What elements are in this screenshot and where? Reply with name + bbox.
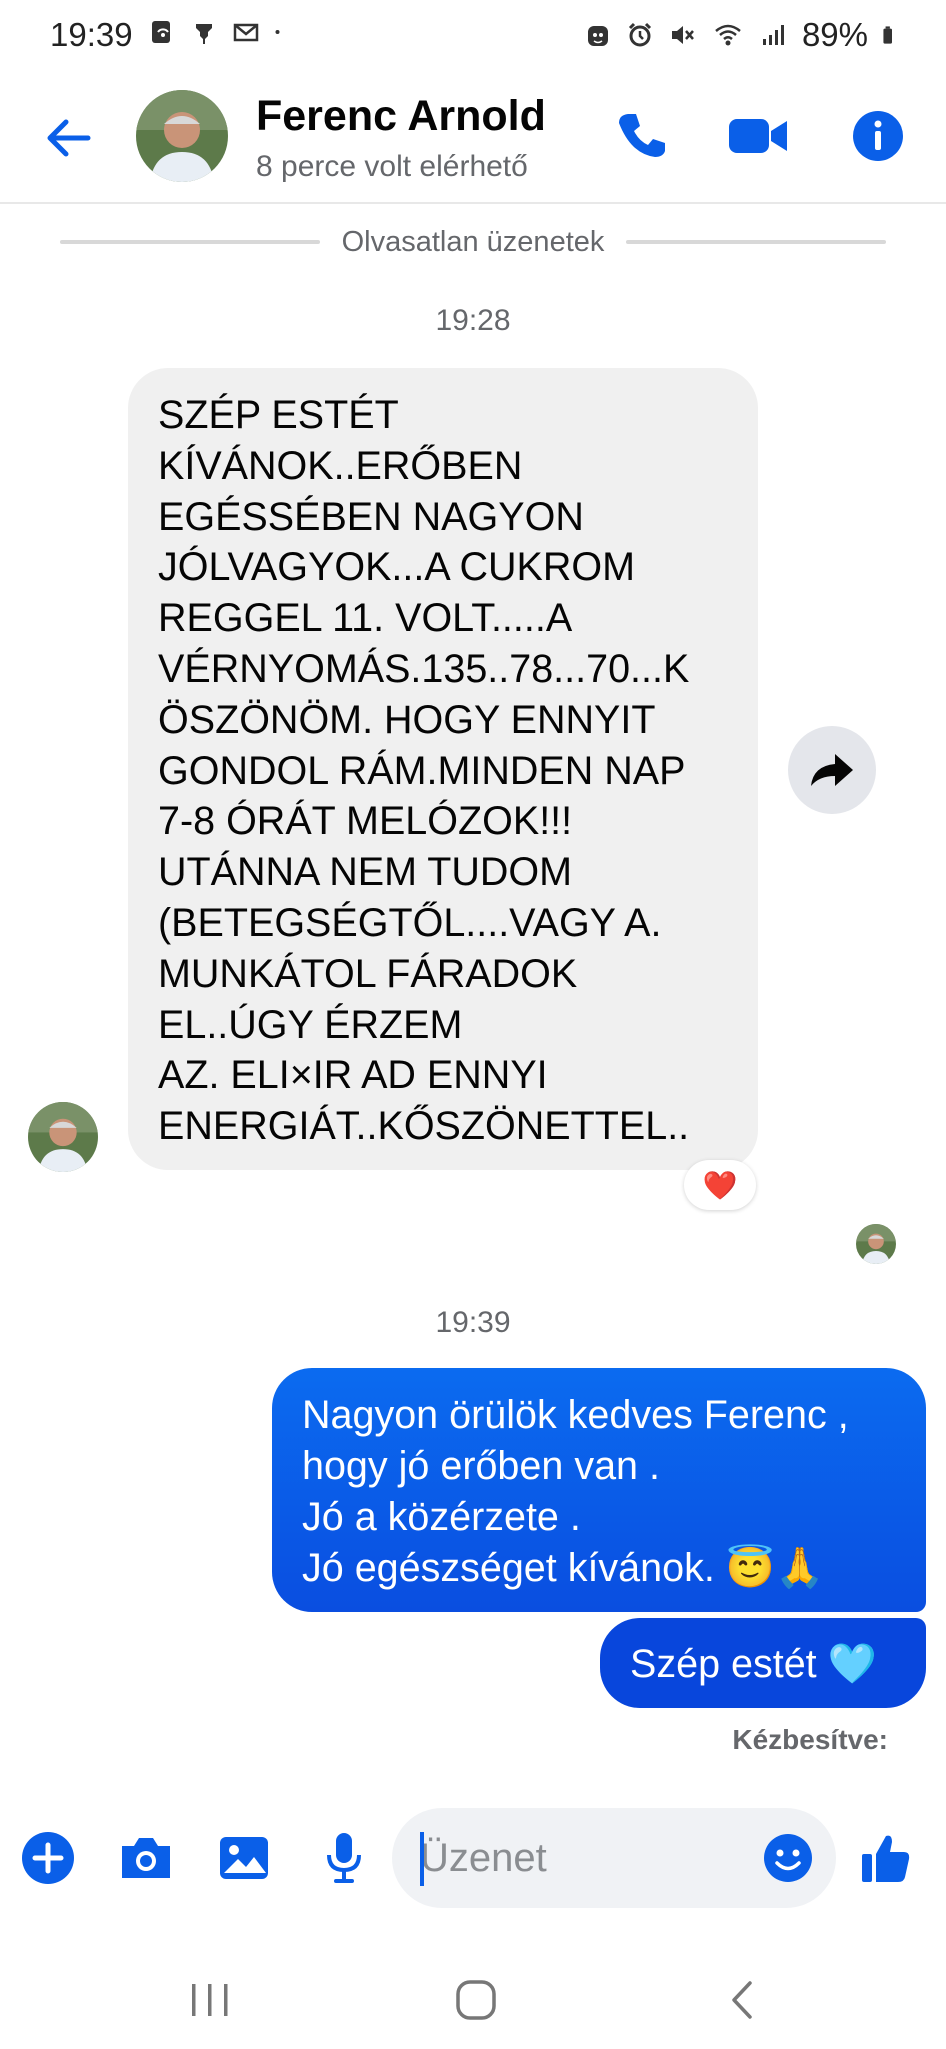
mute-icon [671,26,694,44]
status-time: 19:39 [50,16,133,53]
microphone-icon [327,1833,361,1883]
contact-last-active: 8 perce volt elérhető [256,150,528,183]
signal-icon [762,25,784,45]
arrow-left-icon [47,119,91,157]
read-receipt-avatar [856,1224,896,1264]
plus-circle-icon [22,1832,74,1884]
alarm-icon [628,22,651,47]
wifi-icon [715,24,741,46]
battery-percentage: 89% [801,16,868,53]
emoji-button[interactable] [758,1828,818,1888]
back-button[interactable] [40,110,96,166]
person-photo-icon [136,90,228,182]
person-photo-icon [856,1224,896,1264]
video-call-button[interactable] [726,104,790,168]
contact-name[interactable]: Ferenc Arnold [256,92,546,141]
dot-icon [275,30,280,34]
text-cursor [420,1832,424,1886]
received-message-bubble[interactable]: SZÉP ESTÉT KÍVÁNOK..ERŐBEN EGÉSSÉBEN NAG… [128,368,758,1170]
home-button[interactable] [446,1970,506,2030]
heart-reaction[interactable]: ❤️ [684,1160,756,1210]
sent-message-bubble[interactable]: Nagyon örülök kedves Ferenc , hogy jó er… [272,1368,926,1612]
sent-message-text: Nagyon örülök kedves Ferenc , hogy jó er… [302,1393,849,1590]
message-timestamp: 19:39 [435,1306,511,1339]
unread-label: Olvasatlan üzenetek [341,225,605,258]
smiley-icon [764,1834,812,1882]
image-icon [220,1837,268,1879]
gmail-icon [233,23,259,42]
delivery-status: Kézbesítve: [732,1724,888,1755]
more-actions-button[interactable] [18,1828,78,1888]
recent-apps-icon [192,1984,228,2016]
info-button[interactable] [846,104,910,168]
message-timestamp: 19:28 [435,304,511,337]
status-left-icons [148,18,288,46]
battery-icon [883,26,892,44]
reaction-emoji: ❤️ [702,1169,738,1201]
status-right-icons: 89% [584,16,902,54]
camera-button[interactable] [116,1828,176,1888]
status-bar: 19:39 89% [0,0,946,72]
unread-divider: Olvasatlan üzenetek [60,222,886,262]
like-button[interactable] [856,1828,916,1888]
person-photo-icon [28,1102,98,1172]
data-saver-icon [152,21,170,43]
recent-apps-button[interactable] [180,1970,240,2030]
message-composer [0,1800,946,1916]
system-navigation-bar [0,1940,946,2049]
sent-message-text: Szép estét 🩵 [630,1641,877,1686]
share-arrow-icon [811,754,853,786]
message-input-container [392,1808,836,1908]
chat-header: Ferenc Arnold 8 perce volt elérhető [0,72,946,204]
sender-avatar[interactable] [28,1102,98,1172]
voice-call-button[interactable] [610,104,674,168]
gallery-button[interactable] [214,1828,274,1888]
sent-message-bubble[interactable]: Szép estét 🩵 [600,1618,926,1708]
home-icon [456,1980,496,2020]
received-message-text: SZÉP ESTÉT KÍVÁNOK..ERŐBEN EGÉSSÉBEN NAG… [158,393,690,1149]
camera-icon [122,1838,170,1878]
voice-message-button[interactable] [314,1828,374,1888]
message-input[interactable] [420,1830,740,1886]
divider-line [626,240,886,244]
pin-icon [196,24,212,44]
divider-line [60,240,320,244]
cat-icon [587,26,608,46]
info-icon [853,111,903,161]
video-camera-icon [729,119,787,153]
back-nav-button[interactable] [712,1970,772,2030]
thumbs-up-icon [862,1835,910,1882]
phone-icon [619,114,665,157]
chevron-left-icon [732,1981,752,2019]
forward-button[interactable] [788,726,876,814]
contact-avatar[interactable] [136,90,228,182]
